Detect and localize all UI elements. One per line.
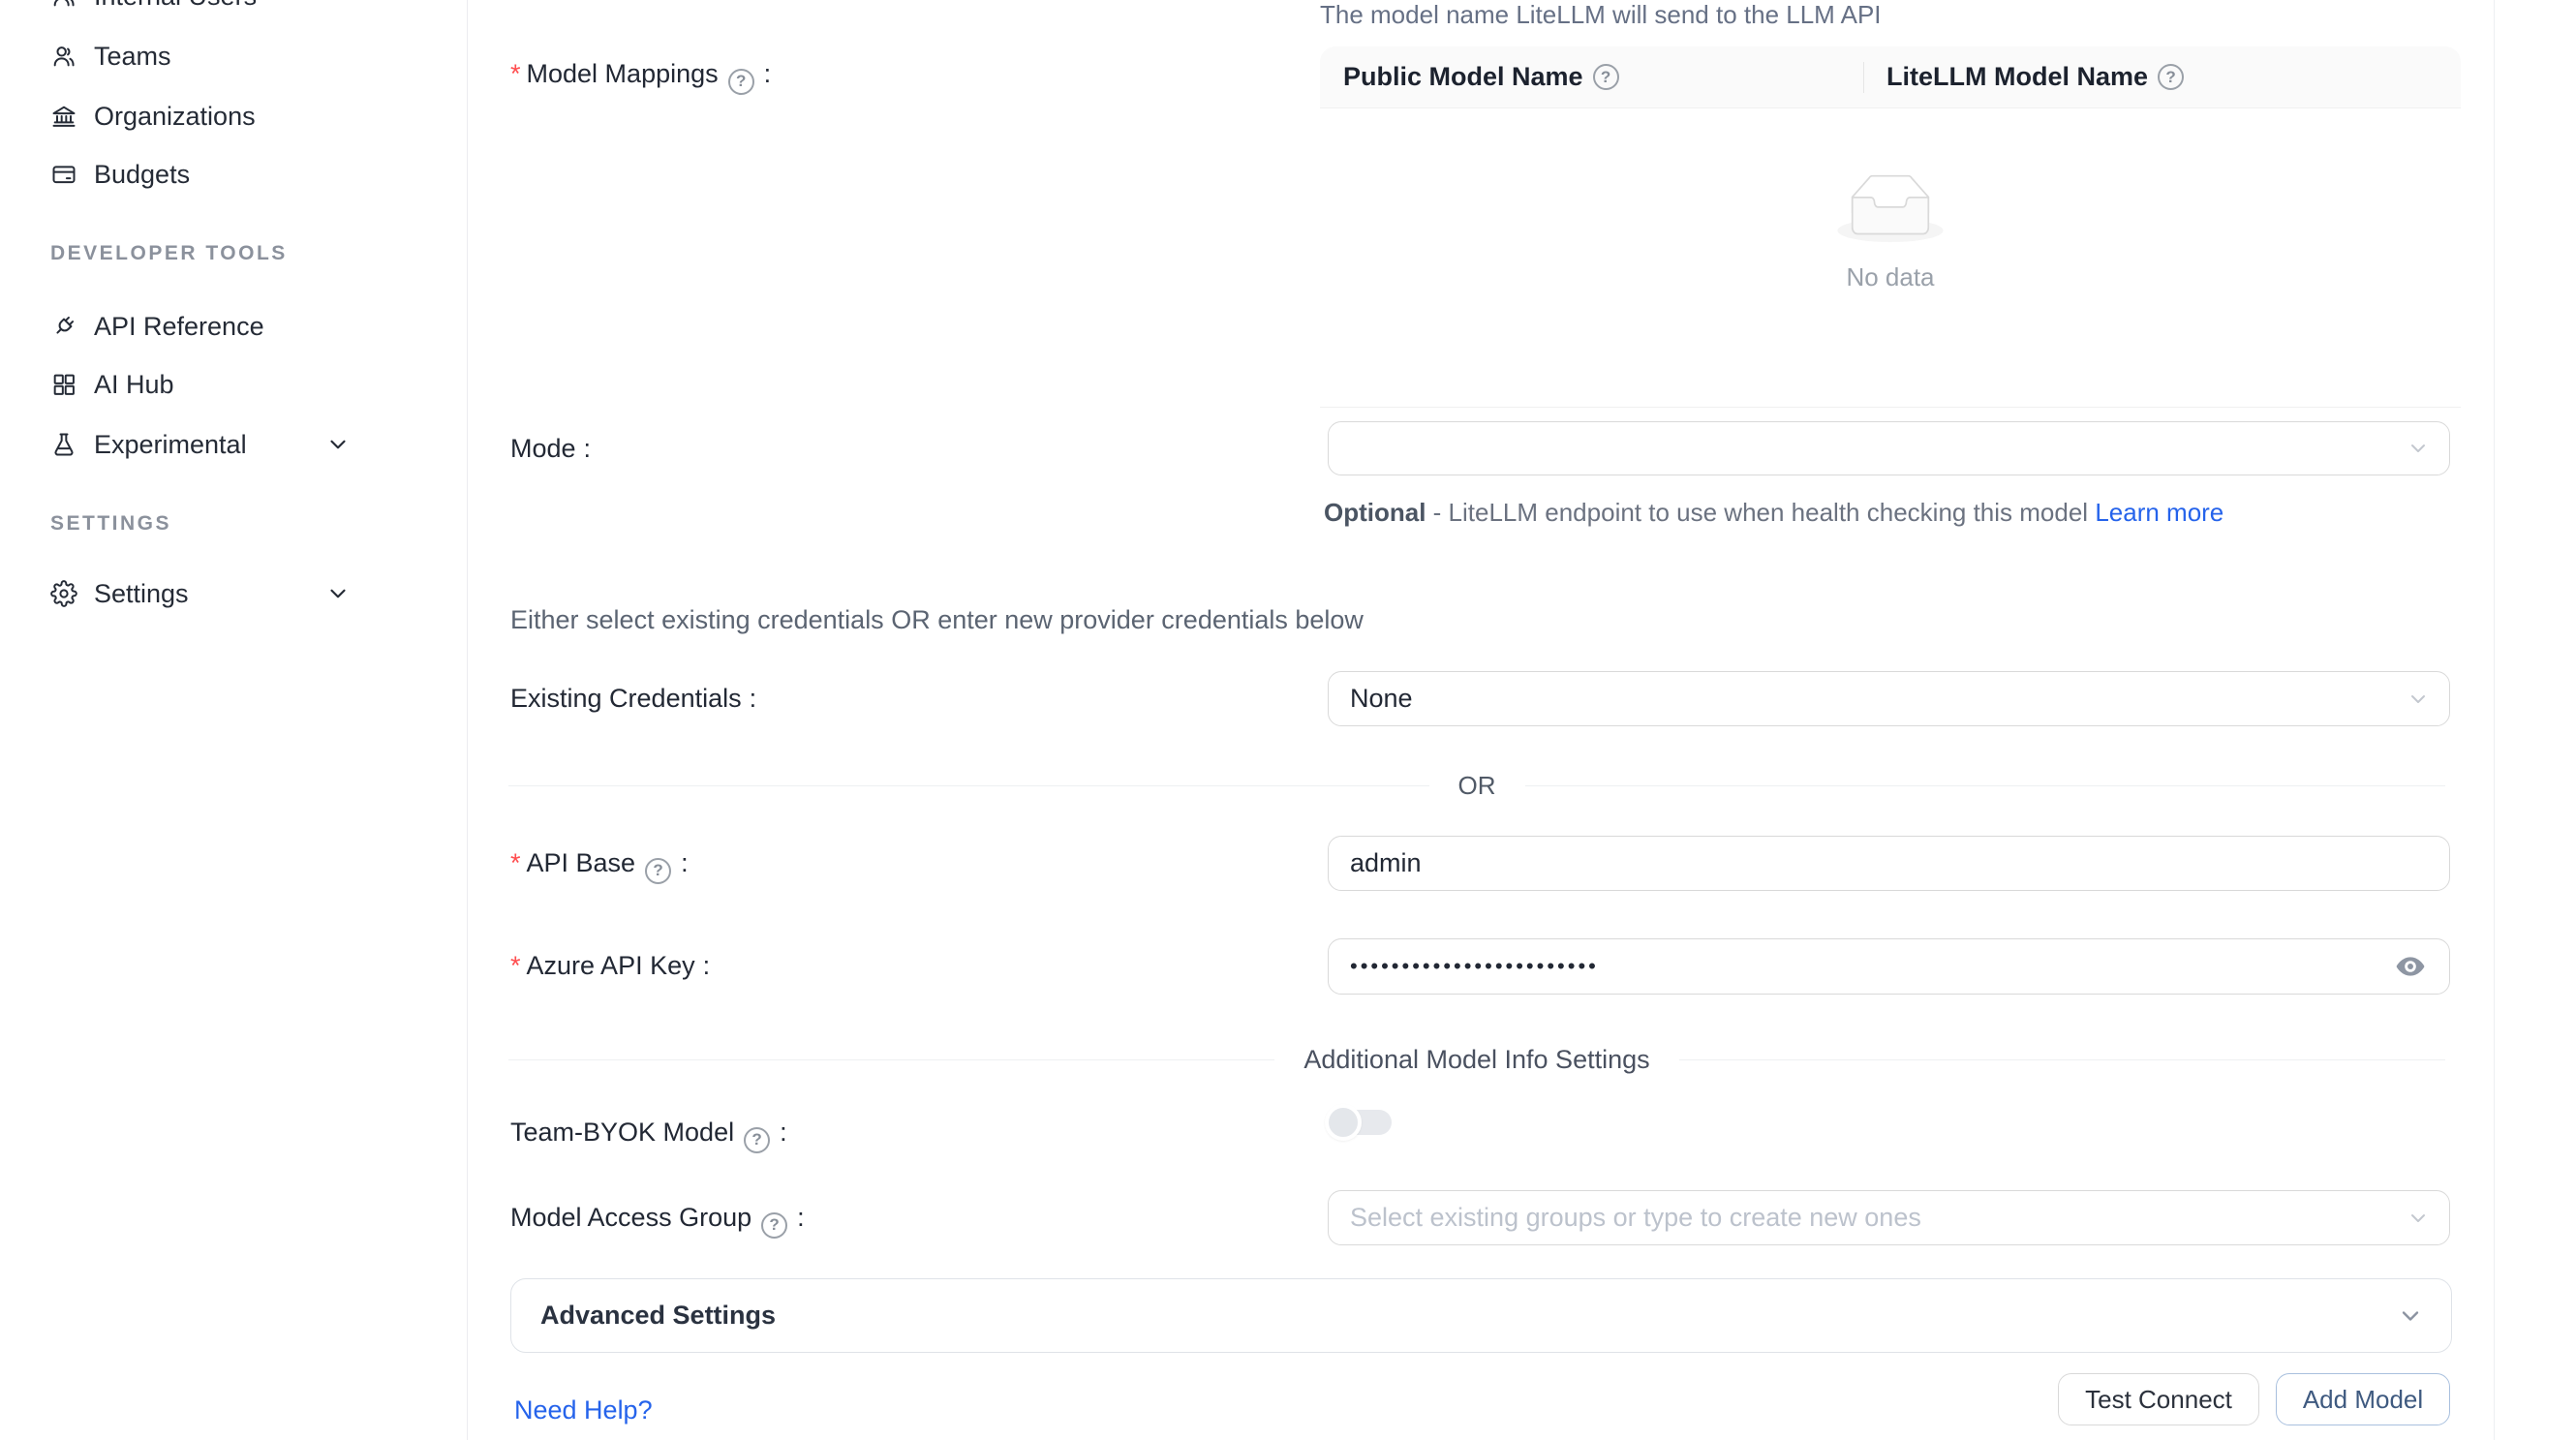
model-access-group-placeholder: Select existing groups or type to create… <box>1329 1203 1921 1233</box>
add-model-form: The model name LiteLLM will send to the … <box>0 0 2576 1440</box>
right-edge-strip <box>2494 0 2576 1440</box>
existing-credentials-value: None <box>1329 684 1413 714</box>
mode-select[interactable] <box>1328 421 2450 475</box>
model-access-group-select[interactable]: Select existing groups or type to create… <box>1328 1190 2450 1245</box>
api-base-input[interactable] <box>1328 836 2450 891</box>
team-byok-toggle[interactable] <box>1328 1110 1392 1135</box>
or-divider-text: OR <box>1429 771 1525 801</box>
no-data-text: No data <box>1320 262 2461 292</box>
litellm-add-model-screen: Internal Users Teams Organizations Budge… <box>0 0 2576 1440</box>
or-divider: OR <box>508 766 2445 805</box>
chevron-down-icon <box>2397 1302 2424 1330</box>
help-icon[interactable]: ? <box>645 858 671 884</box>
learn-more-link[interactable]: Learn more <box>2095 498 2223 527</box>
chevron-down-icon <box>2407 688 2430 711</box>
mode-hint: Optional - LiteLLM endpoint to use when … <box>1324 492 2254 533</box>
model-mappings-table: Public Model Name? LiteLLM Model Name? N… <box>1320 46 2461 408</box>
azure-api-key-label: *Azure API Key: <box>510 946 710 985</box>
column-header-public-model-name: Public Model Name? <box>1320 62 1863 92</box>
column-header-litellm-model-name: LiteLLM Model Name? <box>1863 62 2184 92</box>
help-icon[interactable]: ? <box>1593 64 1619 90</box>
azure-api-key-input[interactable]: •••••••••••••••••••••••• <box>1328 938 2450 995</box>
masked-api-key-value: •••••••••••••••••••••••• <box>1329 954 1599 979</box>
credentials-note: Either select existing credentials OR en… <box>510 605 1364 635</box>
advanced-settings-title: Advanced Settings <box>540 1301 776 1331</box>
divider-line <box>1679 1059 2445 1060</box>
existing-credentials-label: Existing Credentials: <box>510 679 756 718</box>
need-help-link[interactable]: Need Help? <box>514 1395 653 1425</box>
empty-state: No data <box>1320 174 2461 292</box>
model-access-group-label: Model Access Group?: <box>510 1198 805 1237</box>
column-divider <box>1863 62 1864 93</box>
test-connect-button[interactable]: Test Connect <box>2058 1373 2259 1425</box>
mode-label: Mode: <box>510 429 591 468</box>
divider-line <box>1525 785 2446 786</box>
help-icon[interactable]: ? <box>744 1127 770 1153</box>
model-mappings-label: *Model Mappings?: <box>510 54 771 93</box>
table-header: Public Model Name? LiteLLM Model Name? <box>1320 46 2461 108</box>
required-marker: * <box>510 848 521 877</box>
advanced-settings-panel[interactable]: Advanced Settings <box>510 1278 2452 1353</box>
api-base-label: *API Base?: <box>510 843 689 882</box>
show-password-button[interactable] <box>2393 949 2428 984</box>
chevron-down-icon <box>2407 1207 2430 1230</box>
required-marker: * <box>510 59 521 88</box>
chevron-down-icon <box>2407 437 2430 460</box>
additional-settings-divider: Additional Model Info Settings <box>508 1040 2445 1079</box>
toggle-knob <box>1325 1104 1362 1141</box>
divider-line <box>508 785 1429 786</box>
empty-box-icon <box>1837 174 1944 247</box>
existing-credentials-select[interactable]: None <box>1328 671 2450 726</box>
divider-line <box>508 1059 1274 1060</box>
help-icon[interactable]: ? <box>728 69 754 95</box>
additional-settings-divider-text: Additional Model Info Settings <box>1274 1045 1678 1075</box>
eye-icon <box>2394 950 2427 983</box>
model-name-hint: The model name LiteLLM will send to the … <box>1320 0 1882 30</box>
team-byok-label: Team-BYOK Model?: <box>510 1113 787 1151</box>
help-icon[interactable]: ? <box>761 1212 787 1239</box>
help-icon[interactable]: ? <box>2158 64 2184 90</box>
required-marker: * <box>510 951 521 980</box>
add-model-button[interactable]: Add Model <box>2276 1373 2450 1425</box>
